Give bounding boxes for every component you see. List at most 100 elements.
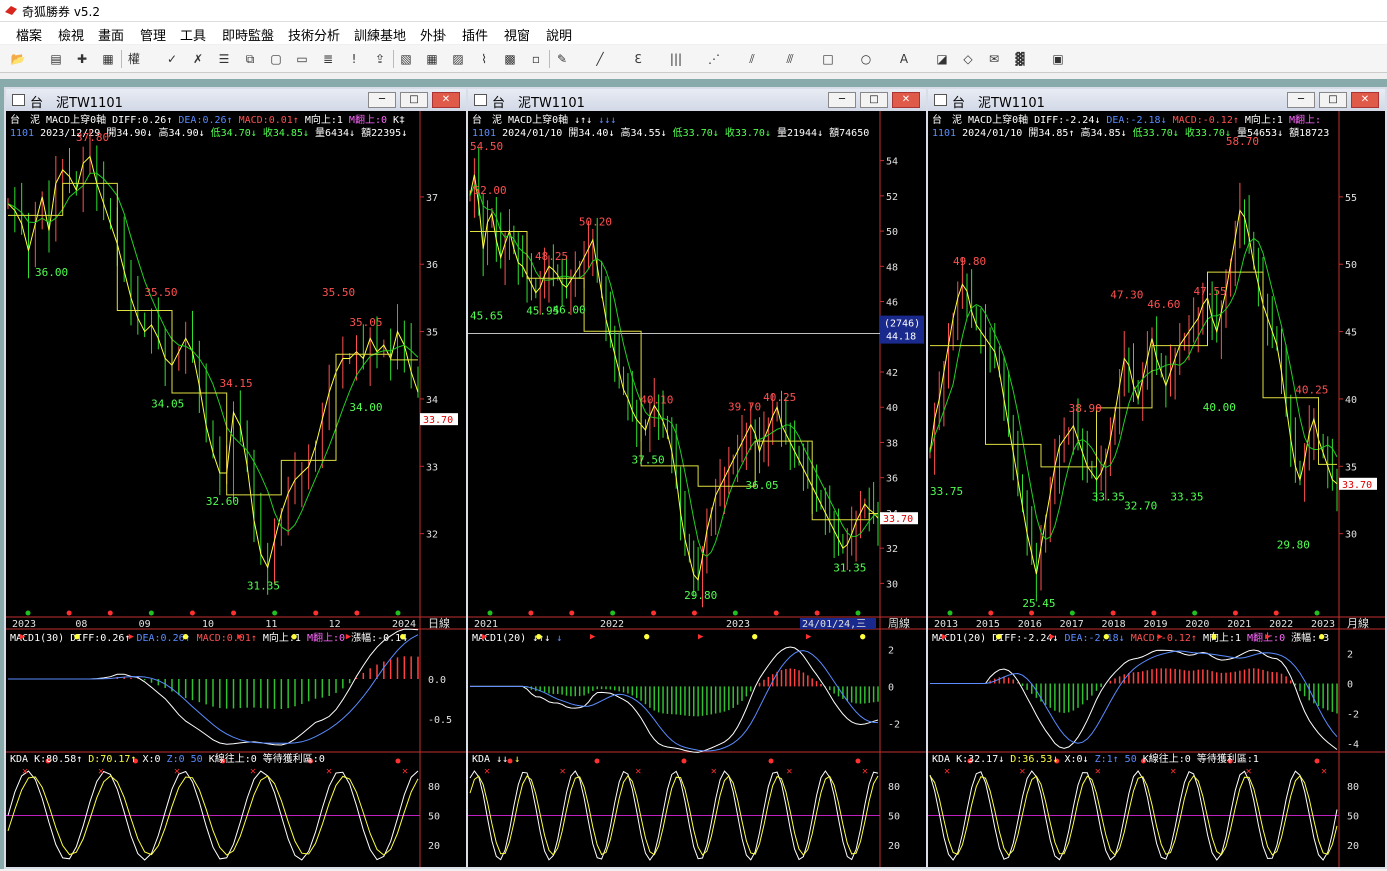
kd-tick-label: 50 <box>1347 812 1359 823</box>
layout-icon[interactable]: ▦ <box>98 49 118 69</box>
line-icon[interactable]: ╱ <box>590 49 610 69</box>
signal-dot <box>354 610 360 616</box>
menu-item-11[interactable]: 說明 <box>546 25 572 44</box>
menubar: 檔案 檢視 畫面 管理 工具 即時監盤 技術分析 訓練基地 外掛 插件 視窗 說明 <box>0 22 1387 44</box>
macd-signal-marker: ▶ <box>1050 632 1056 642</box>
x-axis-label: 24/01/24,三 <box>802 619 866 630</box>
open-icon[interactable]: 📂 <box>8 49 28 69</box>
grid-icon[interactable]: ▦ <box>422 49 442 69</box>
signal-dot <box>25 610 31 616</box>
chart3-icon[interactable]: ▩ <box>500 49 520 69</box>
fib-icon[interactable]: ℇ <box>628 49 648 69</box>
macd-signal-marker: ● <box>536 632 542 642</box>
window-min-button[interactable]: ─ <box>1287 92 1315 108</box>
menu-item-2[interactable]: 畫面 <box>98 25 124 44</box>
window-min-button[interactable]: ─ <box>368 92 396 108</box>
note-icon[interactable]: ✉ <box>984 49 1004 69</box>
warning-icon[interactable]: ! <box>344 49 364 69</box>
chart-window-weekly[interactable]: 台 泥TW1101 ─ □ ✕ 台 泥 MACD上穿0軸 ↓↑↓ ↓↓↓ 1101 20… <box>466 87 928 869</box>
header-field: MACD上穿0軸 <box>962 113 1028 126</box>
doc-icon[interactable]: ▢ <box>266 49 286 69</box>
kd-tick-label: 20 <box>888 841 900 852</box>
ohlc-field: 低33.70↓ <box>1127 126 1179 139</box>
y-tick-label: 33 <box>426 462 438 473</box>
y-tick-label: 35 <box>1345 462 1357 473</box>
parallel-icon[interactable]: ⫻ <box>780 49 800 69</box>
menu-item-4[interactable]: 工具 <box>180 25 206 44</box>
text-icon[interactable]: A <box>894 49 914 69</box>
ohlc-field: 額18723 <box>1283 126 1329 139</box>
eraser-icon[interactable]: ◪ <box>932 49 952 69</box>
kd-tick-label: 80 <box>1347 782 1359 793</box>
stack-icon[interactable]: ≣ <box>318 49 338 69</box>
weight-icon[interactable]: 權 <box>124 49 144 69</box>
macd-signal-marker: ▶ <box>698 632 704 642</box>
chart-area[interactable]: 台 泥 MACD上穿0軸 DIFF:0.26↑ DEA:0.26↑ MACD:0… <box>6 111 466 867</box>
window-close-button[interactable]: ✕ <box>892 92 920 108</box>
ohlc-header: 1101 2024/01/10 開34.40↓ 高34.55↓ 低33.70↓ … <box>472 126 869 139</box>
menu-item-8[interactable]: 外掛 <box>420 25 446 44</box>
y-tick-label: 52 <box>886 192 898 203</box>
rect-icon[interactable]: □ <box>818 49 838 69</box>
chart2-icon[interactable]: ▨ <box>448 49 468 69</box>
chart4-icon[interactable]: ▫ <box>526 49 546 69</box>
kd-tick-label: 20 <box>1347 841 1359 852</box>
x-axis-label: 2024 <box>392 619 416 630</box>
export-icon[interactable]: ⇪ <box>370 49 390 69</box>
menu-item-6[interactable]: 技術分析 <box>288 25 340 44</box>
menu-item-1[interactable]: 檢視 <box>58 25 84 44</box>
chart-window-daily[interactable]: 台 泥TW1101 ─ □ ✕ 台 泥 MACD上穿0軸 DIFF:0.26↑ DEA:… <box>4 87 468 869</box>
window-titlebar[interactable]: 台 泥TW1101 ─ □ ✕ <box>468 89 926 111</box>
draw-icon[interactable]: ✓ <box>162 49 182 69</box>
window-titlebar[interactable]: 台 泥TW1101 ─ □ ✕ <box>928 89 1385 111</box>
channel-icon[interactable]: ⫽ <box>742 49 762 69</box>
crosshair-icon[interactable]: ✚ <box>72 49 92 69</box>
copy-icon[interactable]: ⧉ <box>240 49 260 69</box>
price-annotation: 39.70 <box>728 401 761 414</box>
header-field: M向上:1 <box>299 113 343 126</box>
menu-item-10[interactable]: 視窗 <box>504 25 530 44</box>
macd-field: M翻上:0 <box>1241 632 1285 644</box>
window-min-button[interactable]: ─ <box>828 92 856 108</box>
chart-area[interactable]: 台 泥 MACD上穿0軸 ↓↑↓ ↓↓↓ 1101 2024/01/10 開34… <box>468 111 926 867</box>
chart1-icon[interactable]: ▧ <box>396 49 416 69</box>
window-max-button[interactable]: □ <box>1319 92 1347 108</box>
compare-icon[interactable]: ✗ <box>188 49 208 69</box>
window-max-button[interactable]: □ <box>400 92 428 108</box>
menu-item-3[interactable]: 管理 <box>140 25 166 44</box>
chart-window-monthly[interactable]: 台 泥TW1101 ─ □ ✕ 台 泥 MACD上穿0軸 DIFF:-2.24↓ DEA… <box>926 87 1387 869</box>
price-annotation: 34.00 <box>349 401 382 414</box>
alert-icon[interactable]: ▭ <box>292 49 312 69</box>
window-title: 台 泥TW1101 <box>30 96 123 111</box>
vline-icon[interactable]: ||| <box>666 49 686 69</box>
line-chart-icon[interactable]: ⌇ <box>474 49 494 69</box>
fan-icon[interactable]: ⋰ <box>704 49 724 69</box>
macd-signal-marker: ▶ <box>129 632 135 642</box>
erase2-icon[interactable]: ◇ <box>958 49 978 69</box>
header-field: DIFF:0.26↑ <box>106 115 172 126</box>
window-close-button[interactable]: ✕ <box>432 92 460 108</box>
save-icon[interactable]: ▣ <box>1048 49 1068 69</box>
window-titlebar[interactable]: 台 泥TW1101 ─ □ ✕ <box>6 89 466 111</box>
palette-icon[interactable]: ▓ <box>1010 49 1030 69</box>
ohlc-field: 量21944↓ <box>771 127 823 139</box>
window-close-button[interactable]: ✕ <box>1351 92 1379 108</box>
menu-item-9[interactable]: 插件 <box>462 25 488 44</box>
menu-item-0[interactable]: 檔案 <box>16 25 42 44</box>
pen-icon[interactable]: ✎ <box>552 49 572 69</box>
signal-dot <box>855 610 861 616</box>
table-icon[interactable]: ▤ <box>46 49 66 69</box>
kd-field: D:70.17↑ <box>82 754 136 765</box>
list-icon[interactable]: ☰ <box>214 49 234 69</box>
current-price-label: 33.70 <box>423 415 453 426</box>
chart-area[interactable]: 台 泥 MACD上穿0軸 DIFF:-2.24↓ DEA:-2.18↓ MACD… <box>928 111 1385 867</box>
header-field: ↓↑↓ <box>568 115 592 126</box>
window-max-button[interactable]: □ <box>860 92 888 108</box>
menu-item-7[interactable]: 訓練基地 <box>354 25 406 44</box>
stock-name-header: 台 泥 MACD上穿0軸 ↓↑↓ ↓↓↓ <box>472 113 616 126</box>
menu-item-5[interactable]: 即時監盤 <box>222 25 274 44</box>
kd-signal-marker: ✕ <box>326 766 332 777</box>
macd-signal-marker: ▶ <box>237 632 243 642</box>
ellipse-icon[interactable]: ○ <box>856 49 876 69</box>
x-axis-label: 2018 <box>1102 619 1126 630</box>
